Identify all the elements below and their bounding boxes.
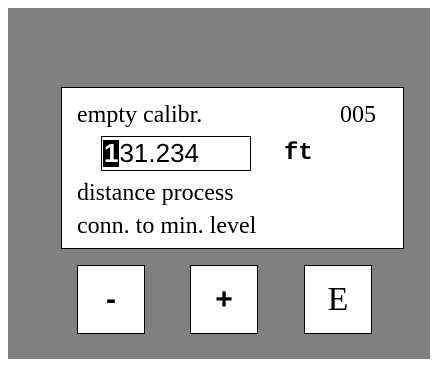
lcd-display: empty calibr. 005 1 31.234 ft distance pr… xyxy=(61,87,404,249)
minus-button[interactable]: - xyxy=(77,265,145,334)
description-line-1: distance process xyxy=(77,180,234,206)
enter-button[interactable]: E xyxy=(304,265,372,334)
plus-button[interactable]: + xyxy=(190,265,258,334)
value-digits: 31.234 xyxy=(119,138,199,168)
enter-button-label: E xyxy=(327,280,349,318)
unit-label: ft xyxy=(284,140,313,167)
value-text: 1 31.234 xyxy=(103,140,199,167)
value-input-field[interactable]: 1 31.234 xyxy=(101,136,251,171)
description-line-2: conn. to min. level xyxy=(77,213,257,239)
minus-button-label: - xyxy=(106,282,116,316)
plus-button-label: + xyxy=(215,282,233,316)
menu-code: 005 xyxy=(340,102,376,128)
cursor-digit: 1 xyxy=(103,138,120,168)
menu-title: empty calibr. xyxy=(77,102,203,128)
